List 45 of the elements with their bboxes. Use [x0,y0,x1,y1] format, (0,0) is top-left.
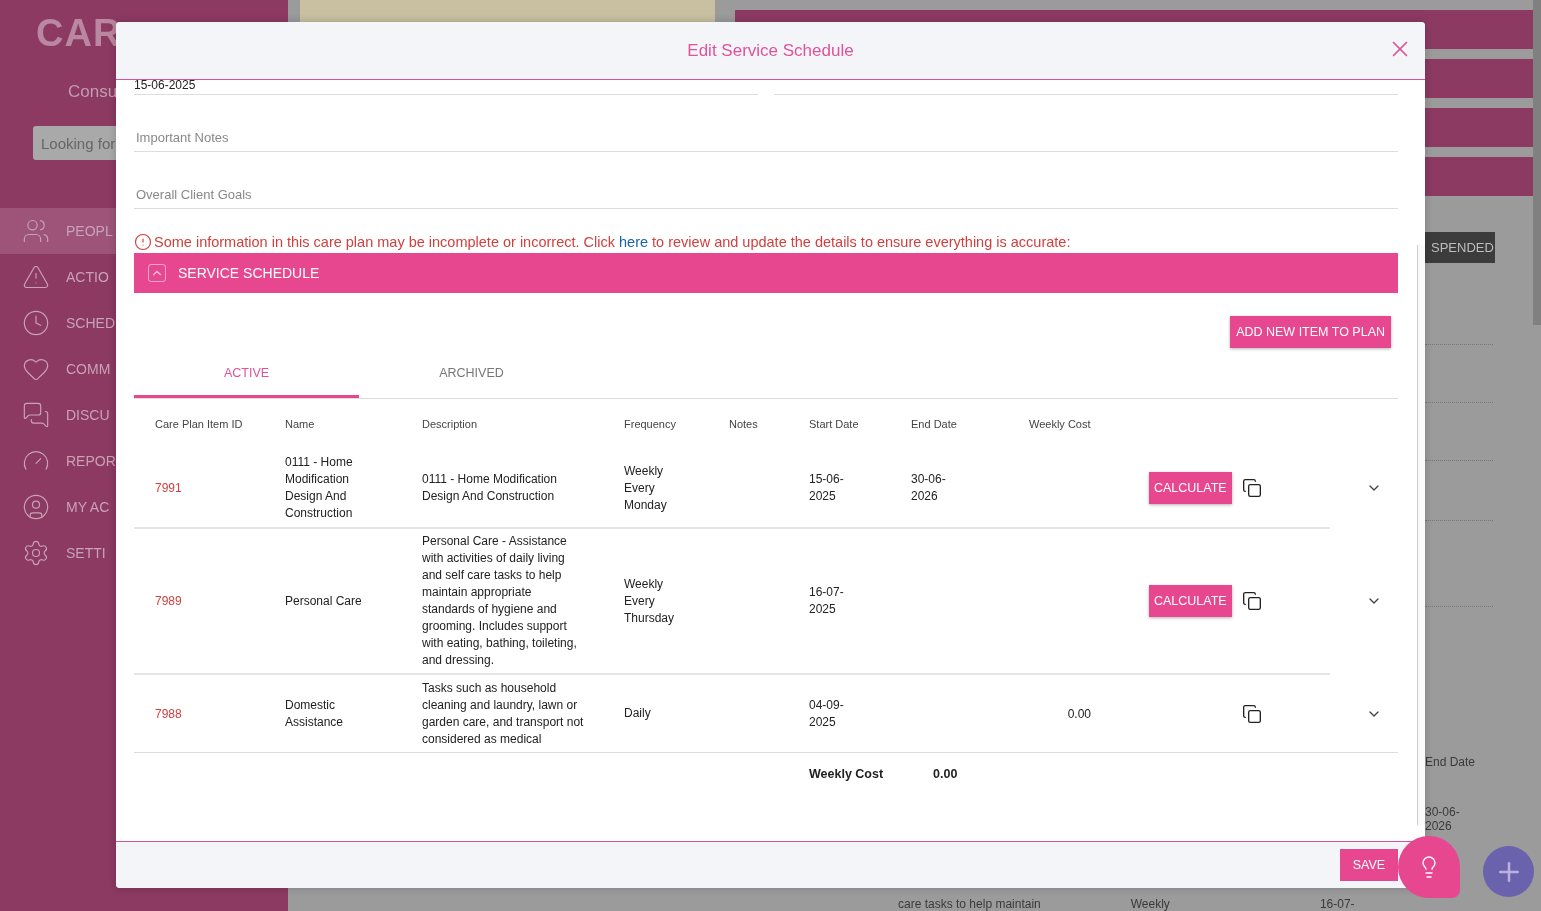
nav-label: MY AC [66,499,110,515]
nav-label: DISCU [66,407,110,423]
start-date: 16-07- [1319,897,1355,911]
column-header: Name [285,418,316,430]
item-id: 7991 [155,481,183,495]
nav-label: REPOR [66,453,116,469]
description-text: care tasks to help maintain [898,897,1041,911]
start-date: 16-07-2025 [809,584,845,618]
nav-label: COMM [66,361,111,377]
item-description: Tasks such as household cleaning and laundry, lawn or garden care, and transport not considered as medical [422,679,585,748]
start-date: 15-06-2025 [809,471,845,505]
status-badge: SPENDED [1425,232,1495,263]
account-subtitle: Consu [68,82,118,102]
column-header: Weekly Cost [1029,418,1092,430]
nav-label: SETTI [66,545,106,561]
column-header: Start Date [809,418,860,430]
item-name: Personal Care [285,592,363,610]
start-date: 04-09-2025 [809,696,845,731]
item-description: Personal Care - Assistance with activities of daily living and self care tasks to help maintain appropriate standards of hygiene and grooming. Includes support with eating, bathing, toileting, and dressing. [422,533,578,669]
nav-label: SCHED [66,315,115,331]
total-label: Weekly Cost [809,767,885,781]
weekly-cost: 0.00 [1066,706,1092,721]
warning-message: Some information in this care plan may be incomplete or incorrect. Click here to review and update the details to ensure everything is accurate: [154,234,1071,250]
item-name: 0111 - Home Modification Design And Construction [285,454,354,522]
item-frequency: Weekly Every Thursday [624,575,676,627]
section-title: SERVICE SCHEDULE [178,265,320,281]
item-description: 0111 - Home Modification Design And Construction [422,471,558,505]
end-date: 30-06-2026 [911,471,947,505]
column-header: End Date [1425,755,1477,769]
column-header: Care Plan Item ID [155,418,244,430]
column-header: End Date [911,418,958,430]
dialog-title: Edit Service Schedule [687,40,854,61]
frequency-text: Weekly [1130,897,1170,911]
nav-label: PEOPL [66,223,113,239]
column-header: Frequency [624,418,677,430]
column-header: Notes [729,418,759,430]
item-id: 7988 [155,706,183,721]
end-date: 30-06-2026 [1425,805,1461,833]
nav-label: ACTIO [66,269,109,285]
item-name: Domestic Assistance [285,696,345,731]
item-frequency: Weekly Every Monday [624,462,668,514]
item-frequency: Daily [624,705,652,722]
total-value: 0.00 [932,767,959,781]
column-header: Description [422,418,479,430]
item-id: 7989 [155,594,183,608]
